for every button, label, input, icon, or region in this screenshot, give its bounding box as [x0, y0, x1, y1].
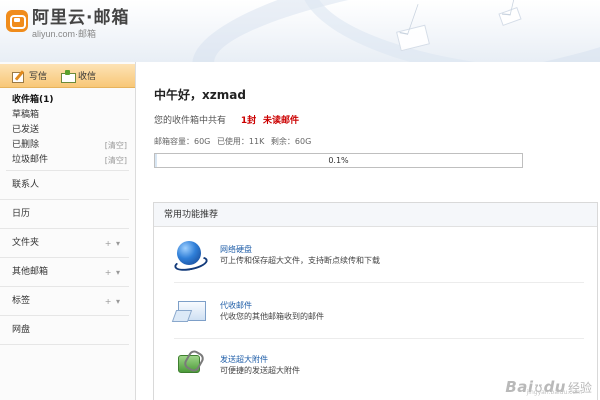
- folder-spam[interactable]: 垃圾邮件 [清空]: [0, 153, 135, 168]
- folder-list: 收件箱(1) 草稿箱 已发送 已删除 [清空] 垃圾邮件 [清空]: [0, 93, 135, 168]
- receive-label: 收信: [78, 72, 97, 82]
- folder-inbox[interactable]: 收件箱(1): [0, 93, 135, 108]
- unread-count-link[interactable]: 1封: [241, 116, 256, 126]
- greeting-title: 中午好，xzmad: [154, 88, 246, 102]
- brand-name: 阿里云·邮箱: [32, 8, 130, 28]
- folder-label: 已删除: [12, 140, 40, 150]
- nav-folders[interactable]: 文件夹 + ▾: [0, 229, 129, 258]
- large-attachment-icon: [174, 349, 206, 381]
- folder-label: 垃圾邮件: [12, 155, 49, 165]
- storage-progress-label: 0.1%: [328, 156, 349, 165]
- receive-button[interactable]: 收信: [61, 69, 97, 83]
- recommend-item-desc: 可便捷的发送超大附件: [220, 366, 300, 375]
- storage-used: 已使用：11K: [216, 137, 265, 146]
- nav-calendar[interactable]: 日历: [0, 200, 129, 229]
- folder-label: 已发送: [12, 125, 40, 135]
- folder-deleted[interactable]: 已删除 [清空]: [0, 138, 135, 153]
- compose-label: 写信: [29, 72, 48, 82]
- folder-sent[interactable]: 已发送: [0, 123, 135, 138]
- recommend-item-desc: 代收您的其他邮箱收到的邮件: [220, 312, 324, 321]
- storage-left: 剩余：60G: [270, 137, 312, 146]
- storage-progress-bar: 0.1%: [154, 153, 523, 168]
- empty-spam-button[interactable]: [清空]: [105, 153, 127, 168]
- add-folder-button[interactable]: + ▾: [105, 229, 121, 257]
- storage-total: 邮箱容量：60G: [154, 137, 211, 146]
- inbox-summary: 您的收件箱中共有 1封 未读邮件: [154, 113, 299, 126]
- compose-button[interactable]: 写信: [12, 69, 48, 83]
- nav-label: 网盘: [12, 325, 31, 335]
- unread-mail-link[interactable]: 未读邮件: [263, 116, 299, 126]
- nav-label: 日历: [12, 209, 31, 219]
- brand-domain: aliyun.com·邮箱: [32, 29, 97, 39]
- recommend-item-mail-collect[interactable]: 代收邮件 代收您的其他邮箱收到的邮件: [174, 295, 584, 339]
- nav-tags[interactable]: 标签 + ▾: [0, 287, 129, 316]
- mail-collect-icon: [174, 295, 206, 327]
- compose-toolbar: 写信 收信: [0, 64, 135, 88]
- baidu-jingyan-watermark: Bai ʊ du 经验 jingyan.baidu.com: [505, 378, 592, 396]
- add-mailbox-button[interactable]: + ▾: [105, 258, 121, 286]
- folder-label: 收件箱(1): [12, 95, 54, 105]
- nav-label: 联系人: [12, 180, 40, 190]
- sidebar: 写信 收信 收件箱(1) 草稿箱 已发送 已删除 [清空] 垃圾邮件 [清空]: [0, 62, 136, 400]
- network-disk-icon: [174, 239, 206, 271]
- recommend-panel: 常用功能推荐 网络硬盘 可上传和保存超大文件，支持断点续传和下载 代收邮件 代收…: [153, 202, 598, 400]
- storage-info: 邮箱容量：60G 已使用：11K 剩余：60G: [154, 136, 315, 147]
- nav-netdisk[interactable]: 网盘: [0, 316, 129, 345]
- recommend-item-desc: 可上传和保存超大文件，支持断点续传和下载: [220, 256, 380, 265]
- nav-label: 文件夹: [12, 238, 40, 248]
- recommend-item-netdisk[interactable]: 网络硬盘 可上传和保存超大文件，支持断点续传和下载: [174, 239, 584, 283]
- app-header: 阿里云·邮箱 aliyun.com·邮箱: [0, 0, 600, 62]
- nav-label: 标签: [12, 296, 31, 306]
- aliyun-logo-icon: [6, 10, 28, 32]
- recommend-item-name[interactable]: 发送超大附件: [220, 354, 300, 365]
- add-tag-button[interactable]: + ▾: [105, 287, 121, 315]
- nav-label: 其他邮箱: [12, 267, 49, 277]
- compose-pencil-icon: [12, 70, 26, 83]
- recommend-item-name[interactable]: 代收邮件: [220, 300, 324, 311]
- receive-inbox-icon: [61, 69, 77, 83]
- folder-label: 草稿箱: [12, 110, 40, 120]
- recommend-item-name[interactable]: 网络硬盘: [220, 244, 380, 255]
- folder-drafts[interactable]: 草稿箱: [0, 108, 135, 123]
- nav-other-mailboxes[interactable]: 其他邮箱 + ▾: [0, 258, 129, 287]
- empty-deleted-button[interactable]: [清空]: [105, 138, 127, 153]
- summary-prefix: 您的收件箱中共有: [154, 116, 227, 126]
- main-panel: 中午好，xzmad 您的收件箱中共有 1封 未读邮件 邮箱容量：60G 已使用：…: [137, 62, 600, 400]
- recommend-title: 常用功能推荐: [154, 203, 597, 227]
- watermark-url: jingyan.baidu.com: [526, 389, 582, 396]
- nav-contacts[interactable]: 联系人: [0, 171, 129, 200]
- aliyun-logo[interactable]: 阿里云·邮箱 aliyun.com·邮箱: [6, 8, 129, 39]
